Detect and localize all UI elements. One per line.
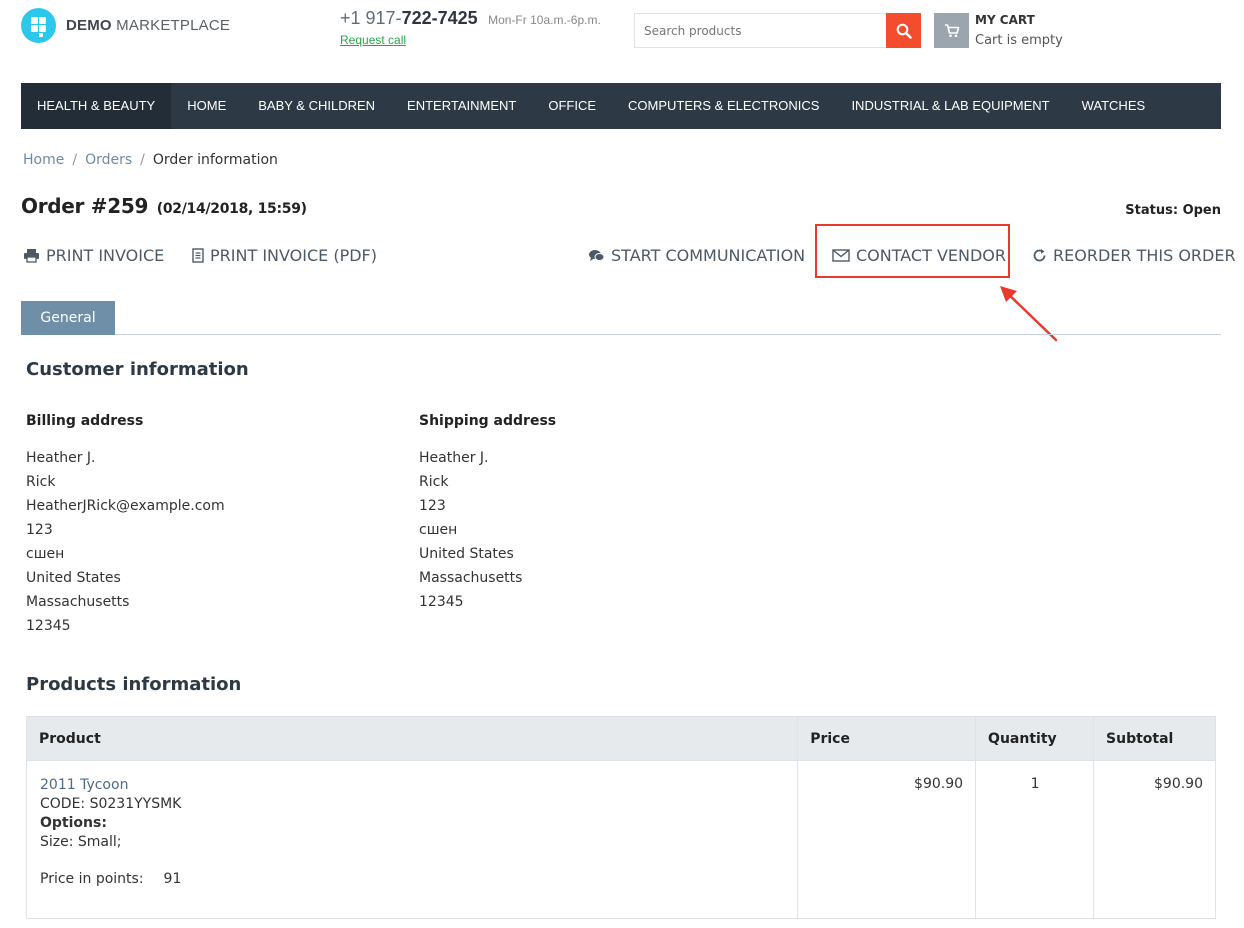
chat-icon (589, 249, 605, 261)
header: DEMO MARKETPLACE +1 917-722-7425 Mon-Fr … (0, 0, 1244, 80)
nav-item-health-beauty[interactable]: HEALTH & BEAUTY (21, 83, 172, 129)
product-cell: 2011 Tycoon CODE: S0231YYSMK Options: Si… (25, 760, 799, 919)
shipping-zip: 12345 (419, 594, 464, 610)
order-status: Status: Open (1125, 203, 1221, 218)
search-button[interactable] (886, 13, 921, 48)
tab-general[interactable]: General (21, 301, 115, 335)
cart-icon (934, 13, 969, 48)
refresh-icon (1033, 249, 1046, 262)
reorder-button[interactable]: REORDER THIS ORDER (1032, 246, 1236, 265)
column-header-price: Price (797, 716, 977, 761)
tab-bar: General (21, 301, 1221, 335)
breadcrumb-orders[interactable]: Orders (85, 152, 132, 168)
request-call-link[interactable]: Request call (340, 33, 601, 47)
search-icon (896, 23, 912, 39)
highlight-box (815, 224, 1010, 278)
customer-info-title: Customer information (26, 359, 249, 380)
document-icon (192, 248, 204, 263)
billing-last-name: Rick (26, 474, 56, 490)
nav-item-computers-electronics[interactable]: COMPUTERS & ELECTRONICS (612, 83, 835, 129)
column-header-subtotal: Subtotal (1093, 716, 1216, 761)
cart-status: Cart is empty (975, 33, 1063, 48)
breadcrumb-separator: / (72, 152, 78, 168)
start-communication-label: START COMMUNICATION (611, 246, 806, 265)
breadcrumb-current: Order information (152, 152, 278, 168)
page-title: Order #259 (02/14/2018, 15:59) (21, 194, 307, 218)
phone-hours: Mon-Fr 10a.m.-6p.m. (488, 13, 601, 27)
order-number: Order #259 (21, 194, 149, 218)
table-row: 2011 Tycoon CODE: S0231YYSMK Options: Si… (25, 760, 1216, 919)
shipping-address-title: Shipping address (419, 413, 557, 429)
breadcrumb-separator: / (140, 152, 145, 168)
shipping-address-line: 123 (419, 498, 446, 514)
reorder-label: REORDER THIS ORDER (1053, 246, 1236, 265)
billing-state: Massachusetts (26, 594, 130, 610)
products-table: Product Price Quantity Subtotal 2011 Tyc… (25, 716, 1216, 919)
price-cell: $90.90 (797, 760, 977, 919)
subtotal-cell: $90.90 (1093, 760, 1216, 919)
billing-country: United States (26, 570, 121, 586)
print-invoice-button[interactable]: PRINT INVOICE (23, 246, 164, 265)
shipping-address: Heather J. Rick 123 сшен United States M… (419, 446, 522, 614)
print-invoice-pdf-label: PRINT INVOICE (PDF) (210, 246, 377, 265)
breadcrumb-home[interactable]: Home (23, 152, 64, 168)
price-in-points: Price in points: 91 (40, 870, 785, 889)
phone-block: +1 917-722-7425 Mon-Fr 10a.m.-6p.m. Requ… (340, 8, 601, 47)
price-in-points-value: 91 (163, 871, 182, 887)
main-nav: HEALTH & BEAUTY HOME BABY & CHILDREN ENT… (21, 83, 1221, 129)
shipping-country: United States (419, 546, 514, 562)
billing-city: сшен (26, 546, 65, 562)
billing-address-title: Billing address (26, 413, 144, 429)
product-name-link[interactable]: 2011 Tycoon (40, 777, 128, 793)
product-code: CODE: S0231YYSMK (40, 796, 182, 812)
start-communication-button[interactable]: START COMMUNICATION (588, 246, 805, 265)
table-header-row: Product Price Quantity Subtotal (25, 716, 1216, 761)
billing-address: Heather J. Rick HeatherJRick@example.com… (26, 446, 225, 638)
product-option-size: Size: Small; (40, 834, 122, 850)
nav-item-baby-children[interactable]: BABY & CHILDREN (242, 83, 391, 129)
logo-text: DEMO MARKETPLACE (66, 17, 231, 34)
printer-icon (24, 249, 39, 263)
billing-email: HeatherJRick@example.com (26, 498, 225, 514)
nav-item-entertainment[interactable]: ENTERTAINMENT (391, 83, 532, 129)
search-input[interactable] (634, 13, 886, 48)
shipping-state: Massachusetts (419, 570, 523, 586)
price-in-points-label: Price in points: (40, 871, 144, 887)
nav-item-home[interactable]: HOME (171, 83, 242, 129)
order-date: (02/14/2018, 15:59) (156, 201, 307, 217)
site-logo[interactable]: DEMO MARKETPLACE (21, 8, 230, 43)
nav-item-office[interactable]: OFFICE (532, 83, 612, 129)
nav-item-watches[interactable]: WATCHES (1066, 83, 1162, 129)
shipping-first-name: Heather J. (419, 450, 489, 466)
column-header-quantity: Quantity (975, 716, 1095, 761)
shipping-last-name: Rick (419, 474, 449, 490)
logo-icon (21, 8, 56, 43)
billing-zip: 12345 (26, 618, 71, 634)
nav-item-industrial-lab[interactable]: INDUSTRIAL & LAB EQUIPMENT (835, 83, 1065, 129)
phone-number: +1 917-722-7425 (340, 8, 478, 28)
product-options-label: Options: (40, 815, 107, 831)
shipping-city: сшен (419, 522, 458, 538)
billing-first-name: Heather J. (26, 450, 96, 466)
column-header-product: Product (25, 716, 799, 761)
print-invoice-pdf-button[interactable]: PRINT INVOICE (PDF) (192, 246, 377, 265)
cart-widget[interactable]: MY CART Cart is empty (934, 13, 1063, 48)
breadcrumb: Home / Orders / Order information (23, 152, 278, 168)
products-info-title: Products information (26, 674, 242, 695)
print-invoice-label: PRINT INVOICE (46, 246, 165, 265)
quantity-cell: 1 (975, 760, 1095, 919)
search-bar (634, 13, 921, 48)
cart-title: MY CART (975, 13, 1035, 27)
billing-address-line: 123 (26, 522, 53, 538)
